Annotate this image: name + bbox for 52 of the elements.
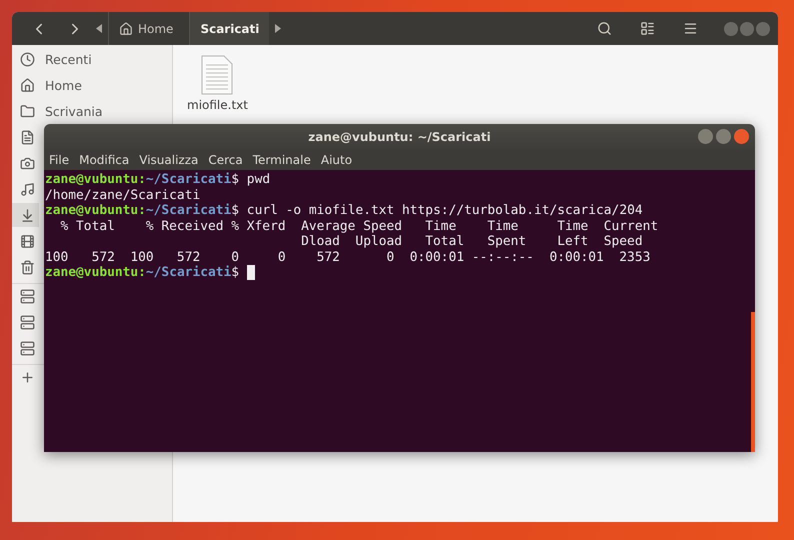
network-folder-icon <box>20 314 35 330</box>
sidebar-label: Home <box>45 78 82 92</box>
search-icon <box>597 21 612 36</box>
download-icon <box>20 208 35 222</box>
file-name[interactable]: miofile.txt <box>187 98 248 112</box>
scroll-bar[interactable] <box>751 312 755 452</box>
output-text: /home/zane/Scaricati <box>45 188 200 203</box>
left-arrow-icon[interactable] <box>96 24 102 33</box>
menu-item[interactable]: Modifica <box>74 153 134 167</box>
output-text: 100 572 100 572 0 0 572 0 0:00:01 --:--:-- 0:00:01 2353 <box>45 250 650 265</box>
window-title: zane@vubuntu: ~/Scaricati <box>308 130 491 144</box>
output-text: % Total % Received % Xferd Average Speed Time Time Time Current <box>60 218 658 234</box>
film-icon <box>20 234 35 248</box>
prompt-path: ~/Scaricati <box>146 172 232 188</box>
camera-icon <box>20 156 35 170</box>
output-text: Dload Upload Total Spent Left Speed <box>300 234 643 250</box>
sidebar-item[interactable] <box>12 203 39 227</box>
command-text: $ curl -o miofile.txt https://turbolab.it/scarica/204 <box>231 203 643 218</box>
sidebar-label: Recenti <box>45 52 92 66</box>
prompt-path: ~/Scaricati <box>146 265 232 280</box>
close-button[interactable] <box>734 129 749 144</box>
music-note-icon <box>20 182 35 196</box>
sidebar-item[interactable]: Home <box>12 73 86 97</box>
home-icon <box>20 78 35 92</box>
menu-item[interactable]: File <box>44 153 74 167</box>
menu-item[interactable]: Aiuto <box>316 153 358 167</box>
network-folder-icon <box>20 340 35 356</box>
right-arrow-icon[interactable] <box>275 24 282 33</box>
menu-item[interactable]: Visualizza <box>134 153 204 167</box>
maximize-button[interactable] <box>716 129 731 144</box>
sidebar-item[interactable]: Scrivania <box>12 99 107 123</box>
sidebar-label: Scrivania <box>45 104 103 118</box>
document-icon <box>20 130 35 144</box>
prompt-user: zane@vubuntu: <box>45 172 146 188</box>
folder-icon <box>20 104 35 118</box>
menu-item[interactable]: Terminale <box>248 153 316 167</box>
command-text: $ pwd <box>231 172 270 188</box>
sidebar-item[interactable]: Recenti <box>12 47 96 71</box>
minimize-button[interactable] <box>698 129 713 144</box>
menu-icon <box>683 21 698 36</box>
network-folder-icon <box>20 288 35 304</box>
prompt-path: ~/Scaricati <box>146 203 232 218</box>
home-icon <box>119 22 133 36</box>
menu-item[interactable]: Cerca <box>203 153 248 167</box>
command-text: $ <box>231 265 240 280</box>
prompt-user: zane@vubuntu: <box>45 203 146 218</box>
plus-icon <box>20 370 35 384</box>
path-button[interactable]: Scaricati <box>189 12 270 45</box>
clock-icon <box>20 52 35 66</box>
prompt-user: zane@vubuntu: <box>45 265 146 280</box>
trash-icon <box>20 260 35 274</box>
list-view-icon <box>640 21 655 36</box>
